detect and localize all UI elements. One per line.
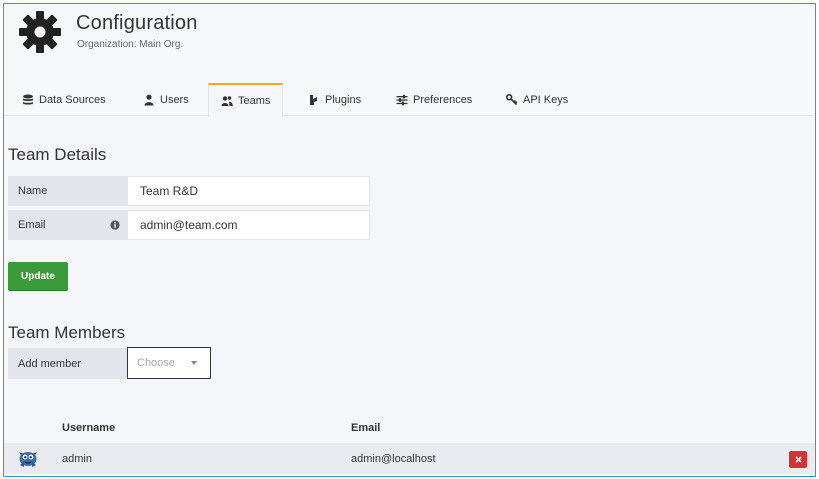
tab-users[interactable]: Users	[131, 83, 201, 116]
app-window: Configuration Organization: Main Org. Da…	[3, 3, 816, 477]
avatar	[19, 452, 37, 467]
column-header-email: Email	[351, 422, 381, 434]
page-header: Configuration Organization: Main Org. Da…	[4, 4, 815, 117]
users-icon	[221, 96, 233, 106]
plug-icon	[310, 94, 317, 105]
email-label: Email	[8, 210, 127, 240]
organization-subtitle: Organization: Main Org.	[77, 39, 184, 50]
tab-bar: Data Sources Users Teams Plugins Prefere…	[4, 83, 815, 117]
key-icon	[506, 93, 518, 105]
tab-api-keys[interactable]: API Keys	[494, 83, 580, 116]
close-icon	[794, 456, 802, 463]
tab-label: API Keys	[523, 93, 569, 106]
add-member-label: Add member	[8, 348, 127, 379]
column-header-username: Username	[62, 422, 116, 434]
tab-label: Teams	[238, 95, 271, 107]
tab-label: Plugins	[325, 93, 362, 106]
info-icon[interactable]	[110, 220, 120, 230]
chevron-down-icon	[191, 361, 197, 365]
tab-label: Data Sources	[39, 93, 106, 106]
name-field[interactable]: Team R&D	[127, 176, 370, 206]
name-label: Name	[8, 176, 127, 206]
table-row: admin admin@localhost	[4, 443, 815, 474]
tab-teams[interactable]: Teams	[208, 83, 284, 117]
sliders-icon	[396, 94, 408, 105]
user-icon	[144, 94, 154, 105]
email-field[interactable]: admin@team.com	[127, 210, 370, 240]
gear-icon	[19, 11, 61, 53]
main-content: Team Details Name Team R&D Email admin@t…	[4, 117, 815, 476]
tab-data-sources[interactable]: Data Sources	[10, 83, 118, 116]
email-label-text: Email	[18, 219, 46, 231]
tab-preferences[interactable]: Preferences	[384, 83, 484, 116]
team-details-heading: Team Details	[8, 145, 107, 164]
tab-label: Preferences	[413, 93, 473, 106]
remove-member-button[interactable]	[789, 451, 807, 468]
update-button[interactable]: Update	[8, 262, 68, 290]
member-email: admin@localhost	[351, 453, 436, 465]
member-username: admin	[62, 453, 92, 465]
member-select[interactable]: Choose	[127, 347, 211, 379]
database-icon	[23, 94, 33, 105]
page-title: Configuration	[76, 12, 198, 34]
team-members-heading: Team Members	[8, 323, 126, 342]
tab-plugins[interactable]: Plugins	[296, 83, 373, 116]
member-select-placeholder: Choose	[137, 357, 175, 369]
tab-label: Users	[160, 93, 189, 106]
